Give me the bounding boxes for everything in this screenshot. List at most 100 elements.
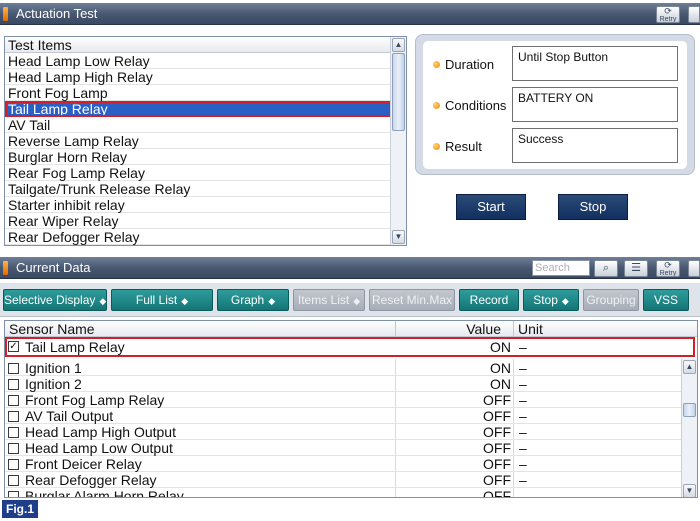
start-button[interactable]: Start: [456, 194, 526, 220]
test-item[interactable]: Head Lamp Low Relay: [5, 53, 391, 69]
sensor-name-column-header[interactable]: Sensor Name: [9, 321, 95, 337]
test-items-rows: Head Lamp Low Relay Head Lamp High Relay F…: [5, 53, 391, 245]
conditions-row: Conditions BATTERY ON: [423, 86, 687, 126]
sensor-unit: –: [519, 376, 527, 392]
row-checkbox[interactable]: [8, 427, 19, 438]
pinned-row-checkbox[interactable]: ✓: [8, 341, 19, 352]
test-item[interactable]: Rear Wiper Relay: [5, 213, 391, 229]
selective-display-button[interactable]: Selective Display ◆: [3, 289, 107, 311]
search-icon: ⌕: [602, 262, 610, 274]
test-item[interactable]: Tail Lamp Relay: [5, 101, 391, 117]
data-retry-button[interactable]: ⟳ Retry: [656, 260, 680, 277]
test-item[interactable]: AV Tail: [5, 117, 391, 133]
row-checkbox[interactable]: [8, 363, 19, 374]
spinner-icon: ◆: [353, 296, 361, 306]
scroll-thumb[interactable]: [392, 53, 405, 131]
list-icon: ☰: [631, 262, 641, 274]
test-list-scrollbar[interactable]: ▲ ▼: [390, 37, 406, 245]
test-items-list: Test Items Head Lamp Low Relay Head Lamp …: [4, 36, 407, 246]
test-item[interactable]: Front Fog Lamp: [5, 85, 391, 101]
sensor-name: Head Lamp High Output: [25, 424, 176, 440]
row-checkbox[interactable]: [8, 411, 19, 422]
result-label: Result: [445, 139, 482, 154]
actuation-test-titlebar: Actuation Test ⟳ Retry: [0, 3, 700, 25]
table-row[interactable]: Front Fog Lamp Relay OFF –: [5, 392, 683, 408]
spinner-icon: ◆: [268, 296, 276, 306]
sensor-name: Front Fog Lamp Relay: [25, 392, 165, 408]
graph-button[interactable]: Graph ◆: [217, 289, 289, 311]
sensor-value: OFF: [483, 392, 511, 408]
table-row[interactable]: Ignition 1 ON –: [5, 360, 683, 376]
scroll-up-icon[interactable]: ▲: [392, 38, 405, 52]
graph-label: Graph: [230, 293, 265, 307]
stop-record-button[interactable]: Stop ◆: [523, 289, 579, 311]
figure-label: Fig.1: [2, 500, 39, 518]
table-row[interactable]: AV Tail Output OFF –: [5, 408, 683, 424]
retry-label: Retry: [659, 270, 677, 277]
sensor-unit: –: [519, 456, 527, 472]
row-checkbox[interactable]: [8, 379, 19, 390]
test-item[interactable]: Rear Defogger Relay: [5, 229, 391, 245]
row-checkbox[interactable]: [8, 491, 19, 497]
conditions-value: BATTERY ON: [512, 87, 678, 122]
bullet-icon: [433, 61, 440, 68]
unit-column-header[interactable]: Unit: [513, 321, 697, 337]
items-list-label: Items List: [297, 293, 350, 307]
grouping-button[interactable]: Grouping: [583, 289, 639, 311]
scroll-down-icon[interactable]: ▼: [392, 230, 405, 244]
test-item[interactable]: Tailgate/Trunk Release Relay: [5, 181, 391, 197]
retry-icon: ⟳: [664, 6, 672, 16]
window-control-button[interactable]: [688, 260, 700, 277]
spinner-icon: ◆: [561, 296, 569, 306]
window-control-button[interactable]: [688, 6, 700, 23]
search-input[interactable]: Search: [532, 260, 590, 276]
sensor-value: OFF: [483, 456, 511, 472]
row-checkbox[interactable]: [8, 459, 19, 470]
table-row[interactable]: Head Lamp High Output OFF –: [5, 424, 683, 440]
scroll-thumb[interactable]: [683, 403, 696, 417]
reset-min-max-button[interactable]: Reset Min.Max: [369, 289, 455, 311]
row-checkbox[interactable]: [8, 475, 19, 486]
test-item[interactable]: Starter inhibit relay: [5, 197, 391, 213]
row-checkbox[interactable]: [8, 443, 19, 454]
test-item[interactable]: Burglar Horn Relay: [5, 149, 391, 165]
value-column-header[interactable]: Value: [395, 321, 505, 337]
row-checkbox[interactable]: [8, 395, 19, 406]
search-button[interactable]: ⌕: [594, 260, 618, 277]
section-marker: [3, 7, 8, 21]
test-item[interactable]: Rear Fog Lamp Relay: [5, 165, 391, 181]
duration-value: Until Stop Button: [512, 46, 678, 81]
full-list-button[interactable]: Full List ◆: [111, 289, 213, 311]
stop-button[interactable]: Stop: [558, 194, 628, 220]
selective-display-label: Selective Display: [4, 293, 96, 307]
current-data-table: Sensor Name Value Unit ✓ Tail Lamp Relay…: [4, 320, 698, 498]
table-row[interactable]: Head Lamp Low Output OFF –: [5, 440, 683, 456]
result-value: Success: [512, 128, 678, 163]
scroll-down-icon[interactable]: ▼: [683, 484, 696, 497]
scroll-up-icon[interactable]: ▲: [683, 360, 696, 374]
table-row[interactable]: Burglar Alarm Horn Relay OFF –: [5, 488, 683, 498]
sensor-unit: –: [519, 424, 527, 440]
vss-button[interactable]: VSS: [643, 289, 689, 311]
current-data-toolbar: Selective Display ◆ Full List ◆ Graph ◆ Ite…: [0, 283, 700, 317]
items-list-button[interactable]: Items List ◆: [293, 289, 365, 311]
duration-row: Duration Until Stop Button: [423, 45, 687, 85]
table-row[interactable]: Ignition 2 ON –: [5, 376, 683, 392]
actuation-test-title: Actuation Test: [16, 6, 98, 21]
sensor-name: Rear Defogger Relay: [25, 472, 157, 488]
sensor-unit: –: [519, 360, 527, 376]
sensor-unit: –: [519, 488, 527, 498]
record-button[interactable]: Record: [459, 289, 519, 311]
table-row[interactable]: Front Deicer Relay OFF –: [5, 456, 683, 472]
test-item[interactable]: Reverse Lamp Relay: [5, 133, 391, 149]
sensor-name: Ignition 1: [25, 360, 82, 376]
table-row[interactable]: Rear Defogger Relay OFF –: [5, 472, 683, 488]
sensor-unit: –: [519, 408, 527, 424]
data-table-scrollbar[interactable]: ▲ ▼: [681, 359, 697, 497]
current-data-title: Current Data: [16, 260, 91, 275]
pinned-row[interactable]: ✓ Tail Lamp Relay ON –: [5, 337, 695, 357]
test-item[interactable]: Head Lamp High Relay: [5, 69, 391, 85]
current-data-titlebar: Current Data Search ⌕ ☰ ⟳ Retry: [0, 257, 700, 279]
retry-button[interactable]: ⟳ Retry: [656, 6, 680, 23]
list-view-button[interactable]: ☰: [624, 260, 648, 277]
